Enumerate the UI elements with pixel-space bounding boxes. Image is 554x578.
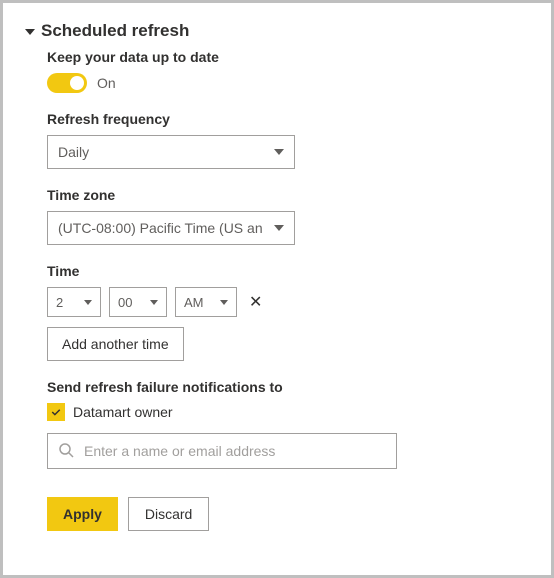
discard-label: Discard [145, 506, 192, 522]
frequency-value: Daily [58, 144, 89, 160]
time-hour-select[interactable]: 2 [47, 287, 101, 317]
notify-label: Send refresh failure notifications to [47, 379, 529, 395]
time-ampm-value: AM [184, 295, 204, 310]
keep-data-label: Keep your data up to date [47, 49, 529, 65]
section-title: Scheduled refresh [41, 21, 189, 41]
search-icon [58, 442, 74, 461]
chevron-down-icon [220, 300, 228, 305]
time-minute-select[interactable]: 00 [109, 287, 167, 317]
keep-data-toggle-row: On [47, 73, 529, 93]
chevron-down-icon [150, 300, 158, 305]
notify-owner-checkbox[interactable] [47, 403, 65, 421]
keep-data-toggle[interactable] [47, 73, 87, 93]
section-content: Keep your data up to date On Refresh fre… [25, 49, 529, 531]
discard-button[interactable]: Discard [128, 497, 209, 531]
chevron-down-icon [274, 149, 284, 155]
chevron-down-icon [84, 300, 92, 305]
notify-email-input[interactable] [84, 443, 386, 459]
notify-email-input-wrapper [47, 433, 397, 469]
time-hour-value: 2 [56, 295, 63, 310]
frequency-label: Refresh frequency [47, 111, 529, 127]
add-another-time-button[interactable]: Add another time [47, 327, 184, 361]
time-row: 2 00 AM ✕ [47, 287, 529, 317]
timezone-value: (UTC-08:00) Pacific Time (US an [58, 220, 263, 236]
time-minute-value: 00 [118, 295, 132, 310]
timezone-select[interactable]: (UTC-08:00) Pacific Time (US an [47, 211, 295, 245]
apply-button[interactable]: Apply [47, 497, 118, 531]
notify-owner-label: Datamart owner [73, 404, 173, 420]
chevron-down-icon [274, 225, 284, 231]
time-ampm-select[interactable]: AM [175, 287, 237, 317]
section-header[interactable]: Scheduled refresh [25, 21, 529, 41]
time-label: Time [47, 263, 529, 279]
remove-time-button[interactable]: ✕ [245, 292, 266, 312]
add-another-time-label: Add another time [62, 336, 169, 352]
apply-label: Apply [63, 506, 102, 522]
toggle-knob [70, 76, 84, 90]
notify-owner-row: Datamart owner [47, 403, 529, 421]
check-icon [50, 406, 62, 418]
caret-down-icon [25, 29, 35, 35]
timezone-label: Time zone [47, 187, 529, 203]
frequency-select[interactable]: Daily [47, 135, 295, 169]
toggle-state-label: On [97, 75, 116, 91]
action-row: Apply Discard [47, 497, 529, 531]
